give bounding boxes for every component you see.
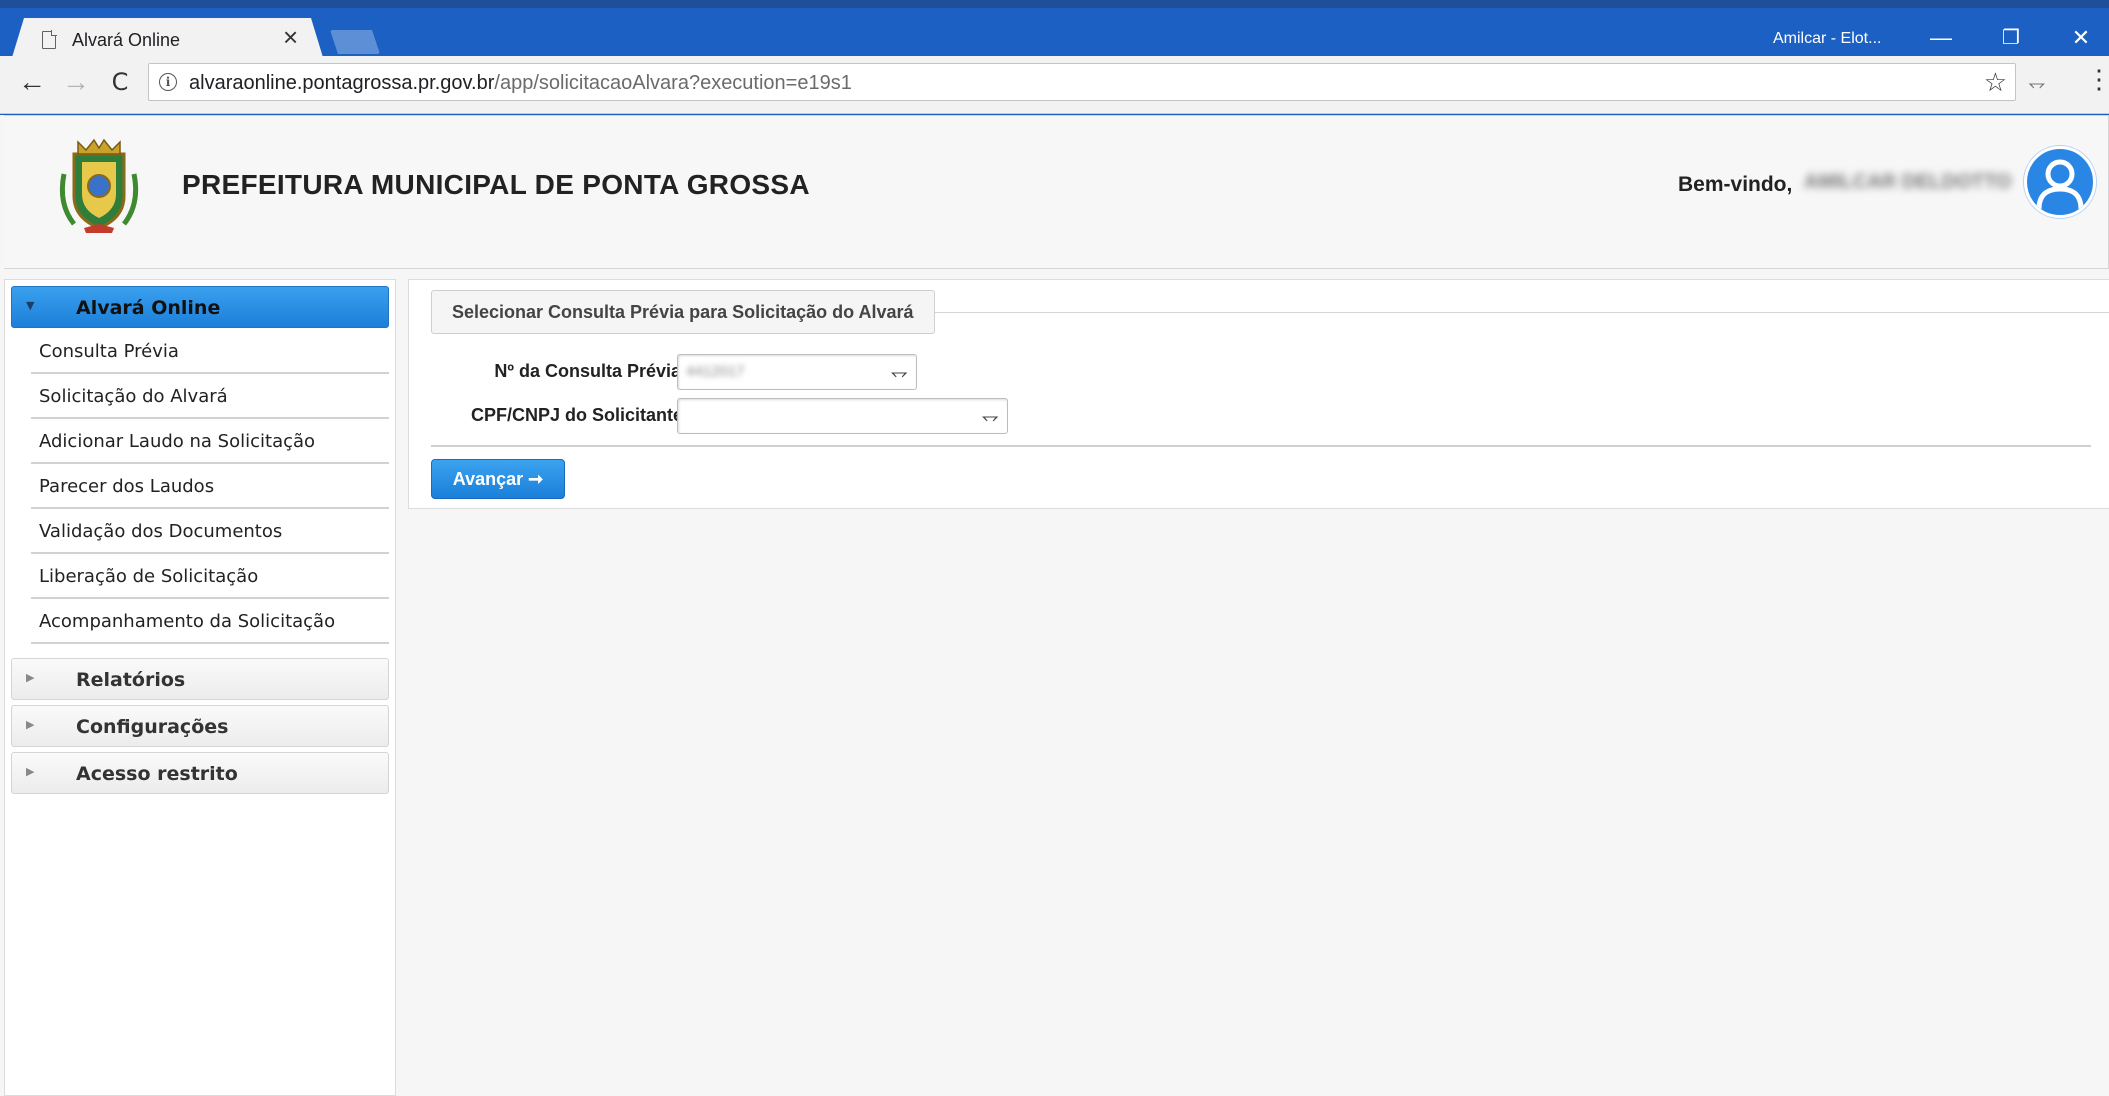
extension-icon[interactable]: ⥐: [2028, 70, 2046, 96]
user-name: AMILCAR DELDOTTO: [1804, 171, 2012, 193]
section-alvara-online[interactable]: ▼ Alvará Online: [11, 286, 389, 328]
user-avatar-icon[interactable]: [2024, 146, 2096, 218]
minimize-icon[interactable]: —: [1918, 22, 1964, 54]
cpf-cnpj-label: CPF/CNPJ do Solicitante:: [470, 405, 689, 425]
section-configuracoes[interactable]: ▶ Configurações: [11, 705, 389, 747]
coat-of-arms-logo: [59, 138, 139, 233]
profile-name[interactable]: Amilcar - Elot...: [1773, 30, 1881, 48]
sidebar-item-adicionar-laudo[interactable]: Adicionar Laudo na Solicitação: [31, 420, 389, 464]
fieldset-legend: Selecionar Consulta Prévia para Solicita…: [431, 290, 935, 334]
browser-titlebar: Alvará Online × Amilcar - Elot... — ❐ ✕: [0, 0, 2109, 64]
sidebar-item-solicitacao-alvara[interactable]: Solicitação do Alvará: [31, 375, 389, 419]
browser-menu-icon[interactable]: ⋮: [2086, 66, 2109, 92]
browser-toolbar: ← → C i alvaraonline.pontagrossa.pr.gov.…: [0, 56, 2109, 114]
page: PREFEITURA MUNICIPAL DE PONTA GROSSA Bem…: [0, 115, 2109, 1096]
section-label: Alvará Online: [76, 297, 221, 319]
expanded-triangle-icon: ▼: [26, 299, 35, 312]
section-label: Configurações: [76, 716, 229, 738]
sidebar-item-liberacao-solicitacao[interactable]: Liberação de Solicitação: [31, 555, 389, 599]
form-divider: [431, 445, 2091, 447]
restore-icon[interactable]: ❐: [1988, 22, 2034, 54]
consulta-previa-value: 4412017: [686, 363, 745, 380]
clear-field-icon[interactable]: ⥐: [981, 403, 999, 429]
url-text[interactable]: alvaraonline.pontagrossa.pr.gov.br/app/s…: [189, 72, 852, 95]
collapsed-triangle-icon: ▶: [26, 718, 35, 731]
sidebar-item-validacao-documentos[interactable]: Validação dos Documentos: [31, 510, 389, 554]
bookmark-star-icon[interactable]: ☆: [1984, 67, 2007, 98]
section-acesso-restrito[interactable]: ▶ Acesso restrito: [11, 752, 389, 794]
sidebar-item-parecer-laudos[interactable]: Parecer dos Laudos: [31, 465, 389, 509]
form-panel: Selecionar Consulta Prévia para Solicita…: [408, 279, 2109, 509]
section-label: Relatórios: [76, 669, 186, 691]
new-tab-button[interactable]: [330, 30, 380, 54]
section-label: Acesso restrito: [76, 763, 238, 785]
close-tab-icon[interactable]: ×: [283, 24, 298, 50]
collapsed-triangle-icon: ▶: [26, 765, 35, 778]
sidebar-item-acompanhamento[interactable]: Acompanhamento da Solicitação: [31, 600, 389, 644]
sidebar-item-consulta-previa[interactable]: Consulta Prévia: [31, 330, 389, 374]
welcome-text: Bem-vindo,: [1678, 173, 1793, 196]
section-relatorios[interactable]: ▶ Relatórios: [11, 658, 389, 700]
site-title: PREFEITURA MUNICIPAL DE PONTA GROSSA: [182, 169, 810, 200]
site-header: PREFEITURA MUNICIPAL DE PONTA GROSSA Bem…: [4, 115, 2109, 269]
info-icon[interactable]: i: [159, 73, 177, 91]
document-icon: [42, 30, 57, 49]
clear-field-icon[interactable]: ⥐: [890, 359, 908, 385]
back-icon[interactable]: ←: [14, 64, 50, 100]
cpf-cnpj-input[interactable]: ⥐: [677, 398, 1008, 434]
address-bar[interactable]: i alvaraonline.pontagrossa.pr.gov.br/app…: [148, 63, 2016, 101]
consulta-previa-label: Nº da Consulta Prévia:: [494, 361, 687, 381]
reload-icon[interactable]: C: [102, 64, 138, 100]
tab-title: Alvará Online: [72, 30, 181, 50]
avancar-button[interactable]: Avançar ➞: [431, 459, 565, 499]
consulta-previa-input[interactable]: 4412017 ⥐: [677, 354, 917, 390]
close-window-icon[interactable]: ✕: [2058, 22, 2104, 54]
forward-icon[interactable]: →: [58, 64, 94, 100]
url-host: alvaraonline.pontagrossa.pr.gov.br: [189, 72, 495, 94]
sidebar: ▼ Alvará Online Consulta Prévia Solicita…: [4, 279, 396, 1096]
collapsed-triangle-icon: ▶: [26, 671, 35, 684]
url-path: /app/solicitacaoAlvara?execution=e19s1: [494, 72, 852, 94]
